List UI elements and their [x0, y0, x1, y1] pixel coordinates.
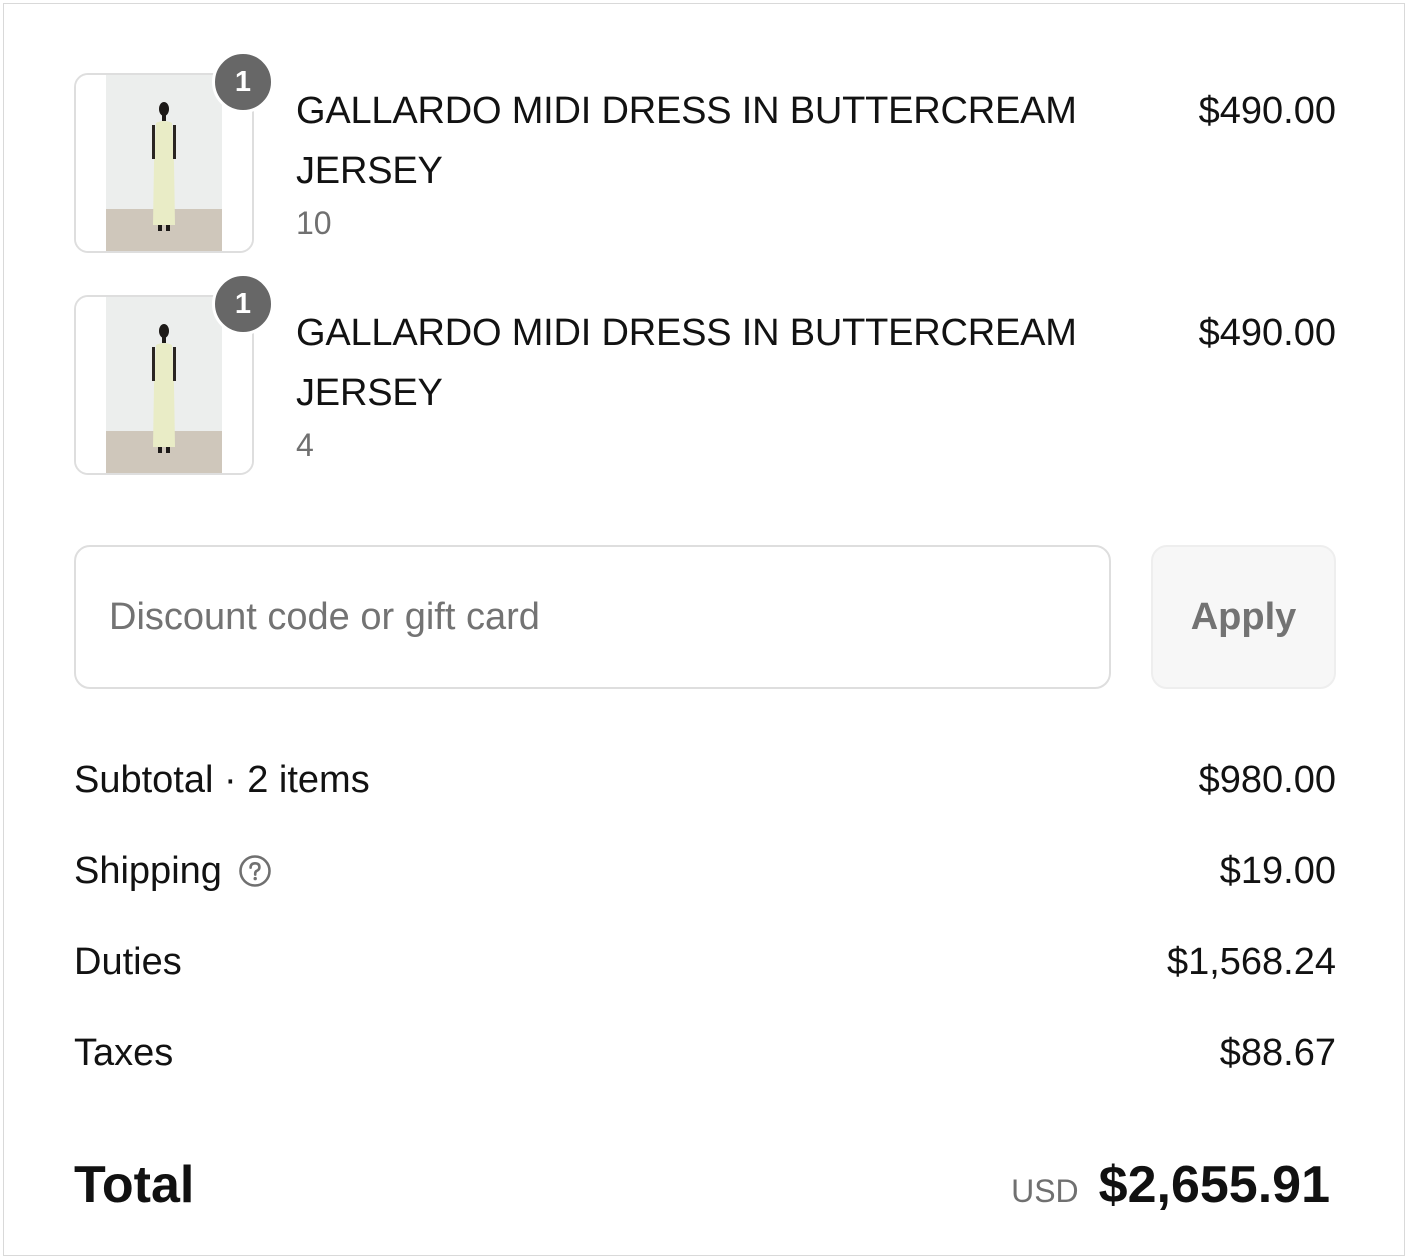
product-price: $490.00	[1198, 90, 1336, 132]
total-amount: $2,655.91	[1098, 1156, 1330, 1214]
line-item: 1 GALLARDO MIDI DRESS IN BUTTERCREAM JER…	[74, 273, 1336, 477]
total-label: Total	[74, 1156, 195, 1214]
product-title: GALLARDO MIDI DRESS IN BUTTERCREAM JERSE…	[296, 90, 1077, 192]
taxes-value: $88.67	[1219, 1032, 1336, 1074]
product-title: GALLARDO MIDI DRESS IN BUTTERCREAM JERSE…	[296, 312, 1077, 414]
quantity-badge: 1	[212, 51, 274, 113]
subtotal-label: Subtotal · 2 items	[74, 759, 370, 801]
shipping-row: Shipping $19.00	[74, 843, 1336, 899]
total-currency: USD	[1011, 1173, 1079, 1209]
taxes-row: Taxes $88.67	[74, 1025, 1336, 1081]
shipping-label: Shipping	[74, 850, 222, 892]
total-row: Total USD $2,655.91	[74, 1150, 1336, 1220]
duties-label: Duties	[74, 941, 182, 983]
duties-row: Duties $1,568.24	[74, 934, 1336, 990]
taxes-label: Taxes	[74, 1032, 174, 1074]
product-variant: 4	[296, 427, 314, 463]
duties-value: $1,568.24	[1166, 941, 1336, 983]
product-price: $490.00	[1198, 312, 1336, 354]
apply-discount-button[interactable]: Apply	[1151, 545, 1336, 689]
quantity-badge: 1	[212, 273, 274, 335]
product-variant: 10	[296, 205, 332, 241]
line-item: 1 GALLARDO MIDI DRESS IN BUTTERCREAM JER…	[74, 51, 1336, 255]
subtotal-row: Subtotal · 2 items $980.00	[74, 752, 1336, 808]
discount-code-input[interactable]	[74, 545, 1111, 689]
subtotal-value: $980.00	[1198, 759, 1336, 801]
shipping-value: $19.00	[1219, 850, 1336, 892]
question-circle-icon[interactable]	[238, 854, 272, 888]
